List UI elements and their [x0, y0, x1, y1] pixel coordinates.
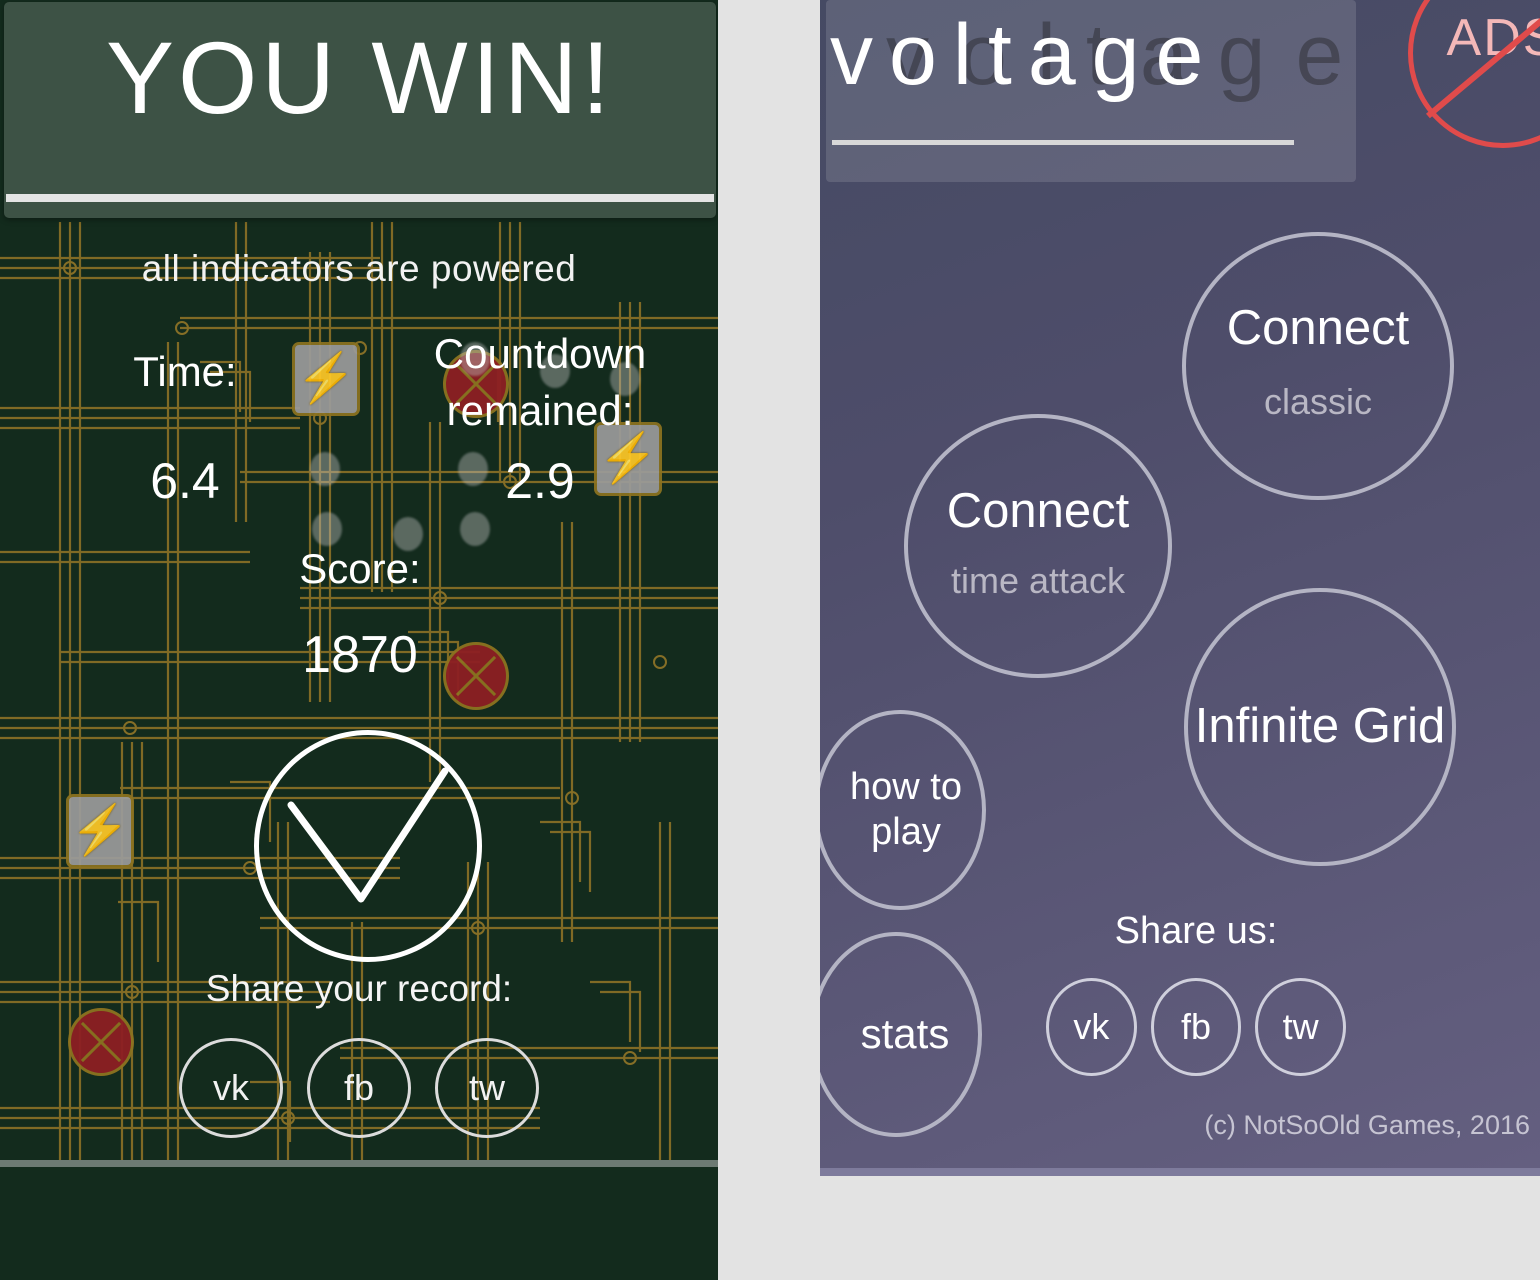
menu-title-underline	[832, 140, 1294, 145]
share-button-vk[interactable]: vk	[179, 1038, 283, 1138]
share-button-fb[interactable]: fb	[307, 1038, 411, 1138]
wire-node-icon	[310, 452, 340, 486]
share-us-label: Share us:	[1114, 910, 1278, 952]
menu-button-label: Connect	[1226, 301, 1410, 356]
checkmark-icon	[287, 767, 449, 903]
ok-confirm-button[interactable]	[254, 730, 482, 962]
menu-title: voltage	[830, 7, 1220, 103]
share-record-label: Share your record:	[205, 968, 513, 1009]
share-button-fb[interactable]: fb	[1150, 978, 1242, 1076]
win-bottom-divider	[0, 1160, 718, 1167]
menu-button-label: Connect	[946, 484, 1130, 539]
menu-title-wrap: voltage voltage	[826, 4, 1356, 134]
countdown-value: 2.9	[505, 453, 575, 509]
menu-button-how-to-play[interactable]: how to play	[820, 710, 986, 910]
share-button-vk[interactable]: vk	[1046, 978, 1137, 1076]
time-value: 6.4	[150, 453, 220, 509]
menu-button-label: stats	[860, 1010, 950, 1058]
score-label: Score:	[299, 545, 421, 592]
win-screen-panel: ⚡ ⚡ ⚡ YOU WIN! all indicators are powere…	[0, 0, 718, 1280]
copyright-text: (c) NotSoOld Games, 2016	[1204, 1110, 1530, 1140]
menu-button-label: Infinite Grid	[1194, 699, 1446, 754]
menu-button-stats[interactable]: stats	[820, 932, 982, 1137]
menu-button-infinite-grid[interactable]: Infinite Grid	[1184, 588, 1456, 866]
score-value: 1870	[302, 626, 418, 684]
countdown-label: Countdown remained:	[433, 330, 647, 434]
share-button-tw[interactable]: tw	[1255, 978, 1347, 1076]
menu-button-connect-classic[interactable]: Connect classic	[1182, 232, 1454, 500]
menu-button-sublabel: time attack	[950, 559, 1126, 601]
win-title-underline	[6, 194, 714, 202]
win-share-buttons: vk fb tw	[0, 1038, 718, 1138]
no-ads-icon[interactable]: ADS	[1408, 0, 1540, 148]
main-menu-panel: voltage voltage ADS Connect classic Conn…	[820, 0, 1540, 1176]
win-title: YOU WIN!	[106, 21, 614, 135]
menu-button-label: how to play	[850, 766, 962, 853]
win-header-box: YOU WIN!	[4, 2, 716, 218]
wire-node-icon	[460, 512, 490, 546]
menu-button-sublabel: classic	[1263, 380, 1373, 422]
wire-node-icon	[312, 512, 342, 546]
menu-header-box: voltage voltage	[826, 0, 1356, 182]
lightning-bolt-glyph: ⚡	[70, 804, 130, 857]
time-label: Time:	[133, 348, 237, 395]
menu-button-connect-time-attack[interactable]: Connect time attack	[904, 414, 1172, 678]
menu-share-buttons: vk fb tw	[1046, 978, 1347, 1076]
win-subtitle: all indicators are powered	[141, 248, 577, 289]
share-button-tw[interactable]: tw	[435, 1038, 539, 1138]
power-source-icon: ⚡	[66, 794, 134, 868]
